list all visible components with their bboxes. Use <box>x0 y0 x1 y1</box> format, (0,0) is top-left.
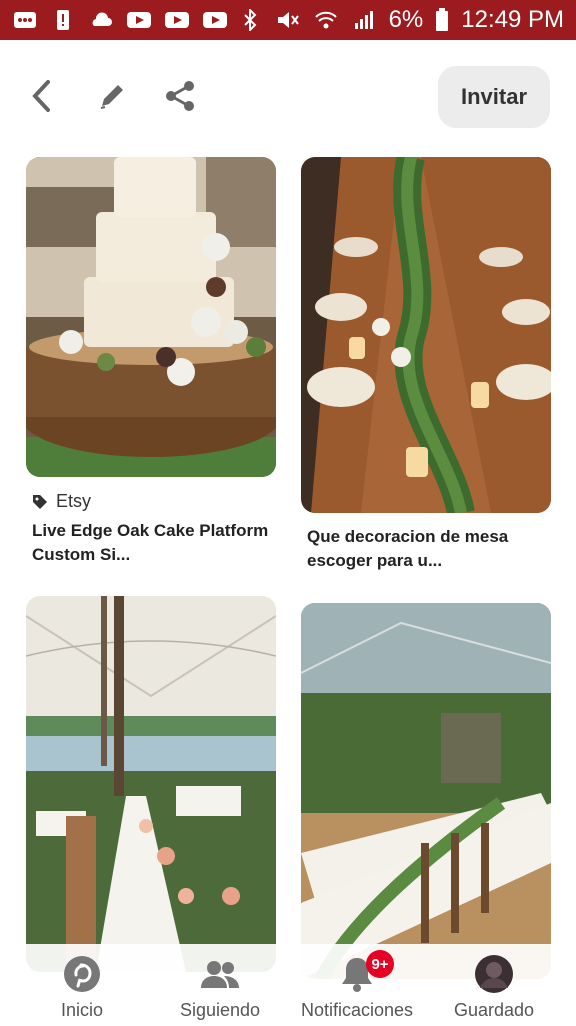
pin-title[interactable]: Live Edge Oak Cake Platform Custom Si... <box>32 519 272 567</box>
youtube-icon <box>126 10 152 30</box>
invite-button[interactable]: Invitar <box>438 66 550 128</box>
share-icon <box>166 81 194 111</box>
status-right: 6% 12:49 PM <box>237 6 564 34</box>
chevron-left-icon <box>32 80 50 112</box>
tag-icon <box>33 494 47 509</box>
battery-icon <box>435 8 449 31</box>
pin-card[interactable]: Que decoracion de mesa escoger para u... <box>301 157 551 577</box>
edit-button[interactable] <box>92 76 132 116</box>
pin-source[interactable]: Etsy <box>32 491 91 512</box>
nav-notifications[interactable]: 9+ Notificaciones <box>298 950 416 1026</box>
pin-image-cake[interactable] <box>26 157 276 477</box>
board-toolbar: Invitar <box>0 58 576 138</box>
nav-notifications-label: Notificaciones <box>300 1000 414 1020</box>
wifi-icon <box>313 10 339 30</box>
signal-icon <box>351 10 377 30</box>
pin-image-greenhouse[interactable] <box>301 603 551 979</box>
settings-cloud-icon <box>88 10 114 30</box>
avatar <box>474 954 514 994</box>
notification-badge: 9+ <box>366 950 394 978</box>
battery-percent: 6% <box>388 6 424 33</box>
bluetooth-icon <box>237 9 263 31</box>
nav-home-label: Inicio <box>60 1000 104 1020</box>
pin-title[interactable]: Que decoracion de mesa escoger para u... <box>307 525 547 573</box>
pencil-icon <box>100 85 123 109</box>
nav-saved-label: Guardado <box>453 1000 535 1020</box>
pin-image-table[interactable] <box>301 157 551 513</box>
youtube-icon <box>202 10 228 30</box>
nav-following[interactable]: Siguiendo <box>160 954 280 1026</box>
nav-following-label: Siguiendo <box>179 1000 261 1020</box>
youtube-icon <box>164 10 190 30</box>
mute-icon <box>275 10 301 30</box>
pin-card[interactable] <box>26 596 276 972</box>
pin-source-label: Etsy <box>56 491 92 511</box>
pin-card[interactable] <box>301 603 551 979</box>
nav-saved[interactable]: Guardado <box>434 954 554 1026</box>
status-bar: 6% 12:49 PM <box>0 0 576 40</box>
pin-card[interactable]: Etsy Live Edge Oak Cake Platform Custom … <box>26 157 276 577</box>
share-button[interactable] <box>160 76 200 116</box>
pinterest-icon <box>62 954 102 994</box>
message-icon <box>12 10 38 30</box>
bottom-navigation: Inicio Siguiendo 9+ Notificaciones Guard… <box>0 944 576 1024</box>
pin-image-tent[interactable] <box>26 596 276 972</box>
clock: 12:49 PM <box>461 6 564 33</box>
nav-home[interactable]: Inicio <box>22 954 142 1026</box>
back-button[interactable] <box>22 76 62 116</box>
alert-icon <box>50 10 76 30</box>
people-icon <box>200 954 240 994</box>
status-left <box>12 10 228 30</box>
